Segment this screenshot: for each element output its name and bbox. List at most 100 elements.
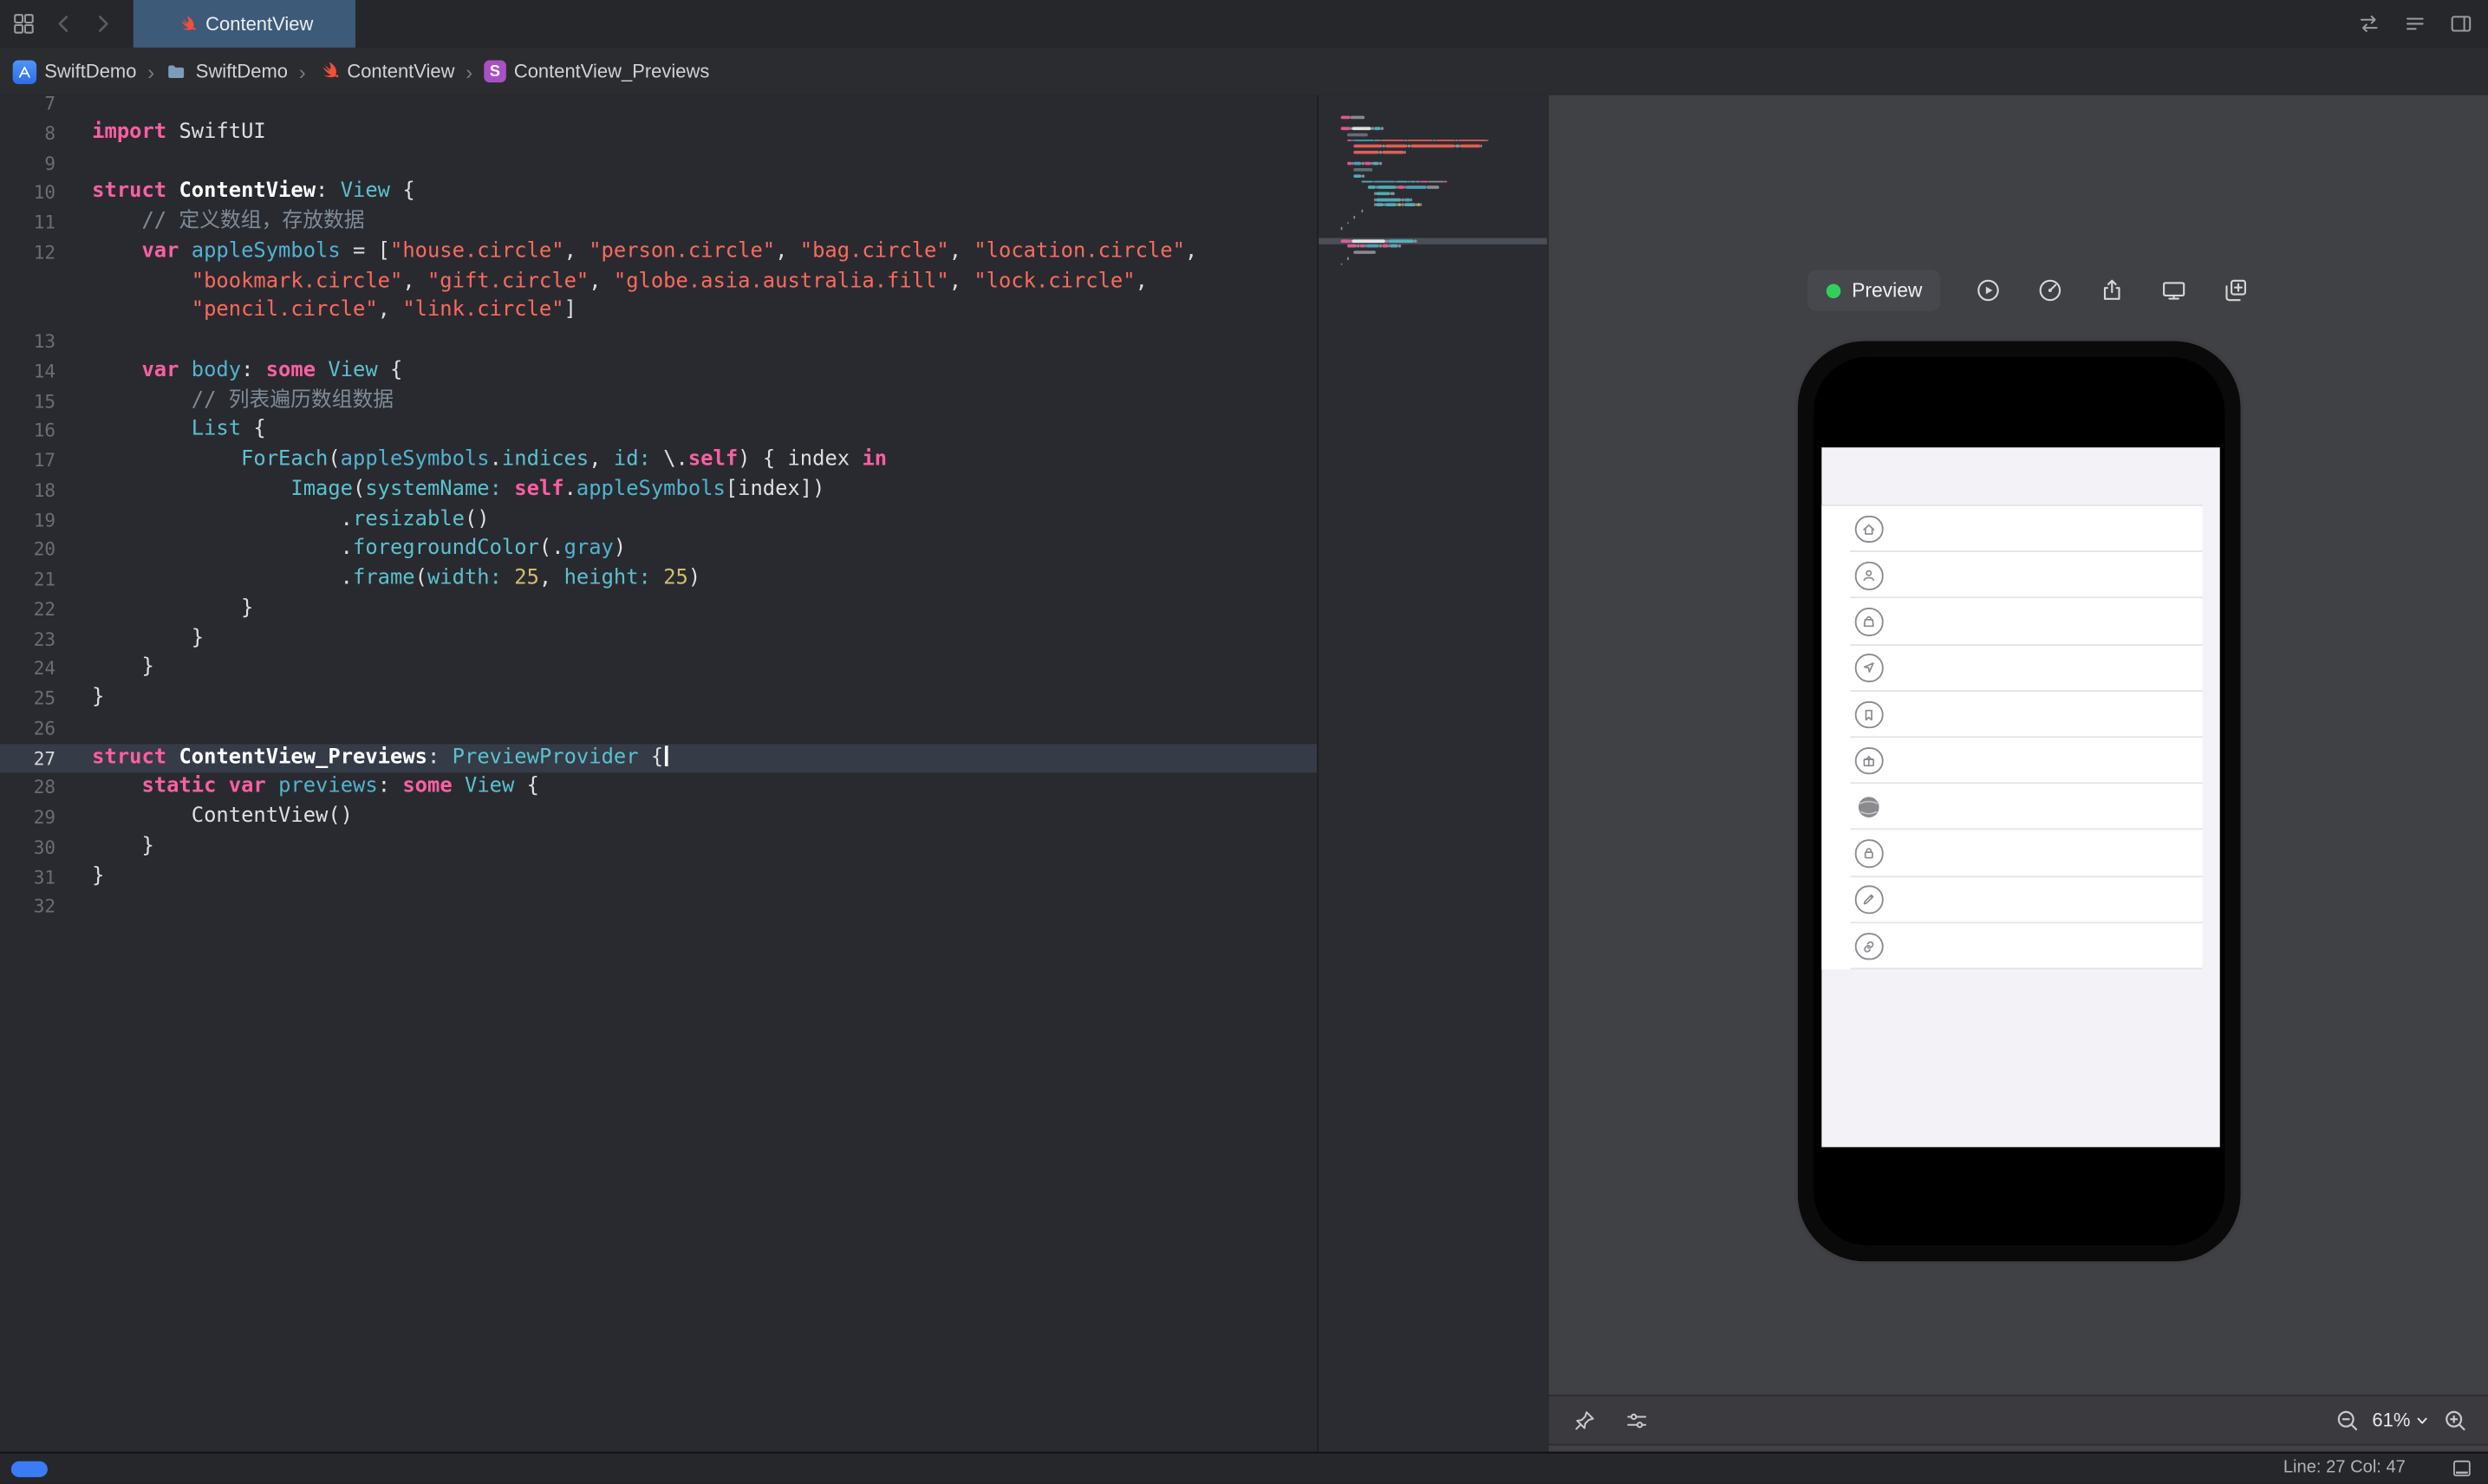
breadcrumb-item[interactable]: SwiftDemo: [12, 59, 136, 84]
line-number: 32: [33, 895, 56, 918]
code-line[interactable]: "pencil.circle", "link.circle"]: [0, 297, 1317, 327]
status-bar: Line: 27 Col: 47: [0, 1451, 2488, 1484]
line-number: 28: [33, 776, 56, 799]
code-line[interactable]: 25}: [0, 684, 1317, 713]
tab-contentview[interactable]: ContentView: [133, 0, 356, 48]
code-line[interactable]: 9: [0, 148, 1317, 178]
zoom-percent: 61%: [2372, 1409, 2411, 1432]
minimap-line: [1319, 167, 1548, 173]
text-cursor: [665, 745, 668, 766]
breadcrumb-label: SwiftDemo: [195, 60, 288, 83]
code-line[interactable]: 17 ForEach(appleSymbols.indices, id: \.se…: [0, 446, 1317, 475]
preview-layout-icon[interactable]: [1623, 1407, 1650, 1434]
minimap-line: [1319, 197, 1548, 203]
live-preview-button-icon[interactable]: [1975, 276, 2003, 304]
breadcrumb-item[interactable]: ContentView: [317, 60, 455, 83]
symbol-lock-icon: [1854, 839, 1883, 868]
grid-icon[interactable]: [11, 11, 36, 36]
code-line[interactable]: 19 .resizable(): [0, 505, 1317, 535]
source-editor[interactable]: 7 8 import SwiftUI 9 10 struct ContentView: V…: [0, 94, 1318, 1454]
editor-layout-icon[interactable]: [2450, 1456, 2473, 1480]
line-number: 16: [33, 419, 56, 442]
code-text: .foregroundColor(.gray): [340, 537, 627, 561]
line-number: 30: [33, 836, 56, 858]
code-line[interactable]: 11 // 定义数组，存放数据: [0, 208, 1317, 238]
list-row[interactable]: [1821, 784, 2203, 831]
line-col-indicator: Line: 27 Col: 47: [2283, 1458, 2406, 1478]
symbol-person-icon: [1854, 562, 1883, 590]
chevron-down-icon: [2413, 1411, 2431, 1429]
code-line[interactable]: 27 struct ContentView_Previews: PreviewPr…: [0, 743, 1318, 773]
minimap-line: [1319, 155, 1548, 161]
symbol-globe-icon: [1855, 793, 1883, 821]
code-line[interactable]: "bookmark.circle", "gift.circle", "globe…: [0, 267, 1317, 296]
preview-status-chip[interactable]: Preview: [1807, 270, 1942, 311]
canvas-bottom-bar: 61%: [1548, 1394, 2488, 1446]
list-row[interactable]: [1821, 830, 2203, 877]
line-number: 12: [33, 240, 56, 264]
code-line[interactable]: 22}: [0, 595, 1317, 624]
list-row[interactable]: [1821, 738, 2203, 784]
zoom-level[interactable]: 61%: [2372, 1409, 2431, 1431]
breadcrumb-separator: ›: [466, 59, 473, 84]
breadcrumb-separator: ›: [298, 59, 306, 84]
code-line[interactable]: 30}: [0, 833, 1317, 862]
code-line[interactable]: 21 .frame(width: 25, height: 25): [0, 565, 1317, 595]
inspector-panel-icon[interactable]: [2448, 11, 2473, 36]
line-number: 18: [33, 478, 56, 501]
code-line[interactable]: 28 static var previews: some View {: [0, 773, 1317, 803]
pin-preview-icon[interactable]: [1571, 1407, 1598, 1434]
minimap-line: [1319, 172, 1548, 179]
code-line[interactable]: 20 .foregroundColor(.gray): [0, 535, 1317, 564]
list-row[interactable]: [1821, 645, 2203, 692]
list-row[interactable]: [1821, 598, 2203, 646]
code-line[interactable]: 14 var body: some View {: [0, 356, 1317, 386]
editor-options-icon[interactable]: [2402, 11, 2427, 36]
code-review-icon[interactable]: [2356, 11, 2381, 36]
line-number: 23: [33, 627, 56, 650]
editor-minimap[interactable]: [1317, 94, 1549, 1454]
zoom-out-icon[interactable]: [2334, 1407, 2361, 1434]
code-text: static var previews: some View {: [141, 774, 539, 799]
code-line[interactable]: 16 List {: [0, 416, 1317, 446]
export-preview-button-icon[interactable]: [2099, 276, 2127, 304]
code-line[interactable]: 26: [0, 713, 1317, 743]
code-line[interactable]: 12 var appleSymbols = ["house.circle", "p…: [0, 238, 1317, 267]
code-line[interactable]: 15 // 列表遍历数组数据: [0, 387, 1317, 416]
preview-variants-button-icon[interactable]: [2036, 276, 2065, 304]
code-line[interactable]: 13: [0, 327, 1317, 356]
code-line[interactable]: 29 ContentView(): [0, 803, 1317, 832]
code-line[interactable]: 10 struct ContentView: View {: [0, 178, 1317, 207]
list-row[interactable]: [1821, 505, 2203, 553]
minimap-line: [1319, 244, 1548, 250]
list-row[interactable]: [1821, 922, 2203, 970]
line-number: 29: [33, 805, 56, 829]
breadcrumb-item[interactable]: SwiftDemo: [166, 60, 288, 83]
code-line[interactable]: 7: [0, 95, 1317, 119]
code-text: .resizable(): [340, 506, 490, 531]
list-row[interactable]: [1821, 552, 2203, 600]
code-line[interactable]: 24}: [0, 654, 1317, 684]
code-line[interactable]: 18 Image(systemName: self.appleSymbols[in…: [0, 476, 1317, 505]
breadcrumb-item[interactable]: S ContentView_Previews: [484, 60, 709, 83]
preview-on-device-button-icon[interactable]: [2160, 276, 2189, 304]
code-text: // 定义数组，存放数据: [141, 209, 365, 234]
symbol-link-icon: [1854, 932, 1883, 960]
list-row[interactable]: [1821, 876, 2203, 924]
breadcrumb-label: ContentView: [347, 60, 455, 83]
list-row[interactable]: [1821, 691, 2203, 739]
code-line[interactable]: 31}: [0, 862, 1317, 892]
chevron-forward-icon[interactable]: [90, 11, 115, 36]
zoom-in-icon[interactable]: [2442, 1407, 2469, 1434]
minimap-line: [1319, 185, 1548, 191]
code-line[interactable]: 23}: [0, 624, 1317, 654]
code-line[interactable]: 8 import SwiftUI: [0, 119, 1317, 148]
code-text: ContentView(): [191, 804, 354, 829]
duplicate-preview-button-icon[interactable]: [2222, 276, 2250, 304]
chevron-back-icon[interactable]: [51, 11, 76, 36]
minimap-line: [1319, 120, 1548, 126]
minimap-line: [1319, 214, 1548, 220]
code-line[interactable]: 32: [0, 892, 1317, 921]
